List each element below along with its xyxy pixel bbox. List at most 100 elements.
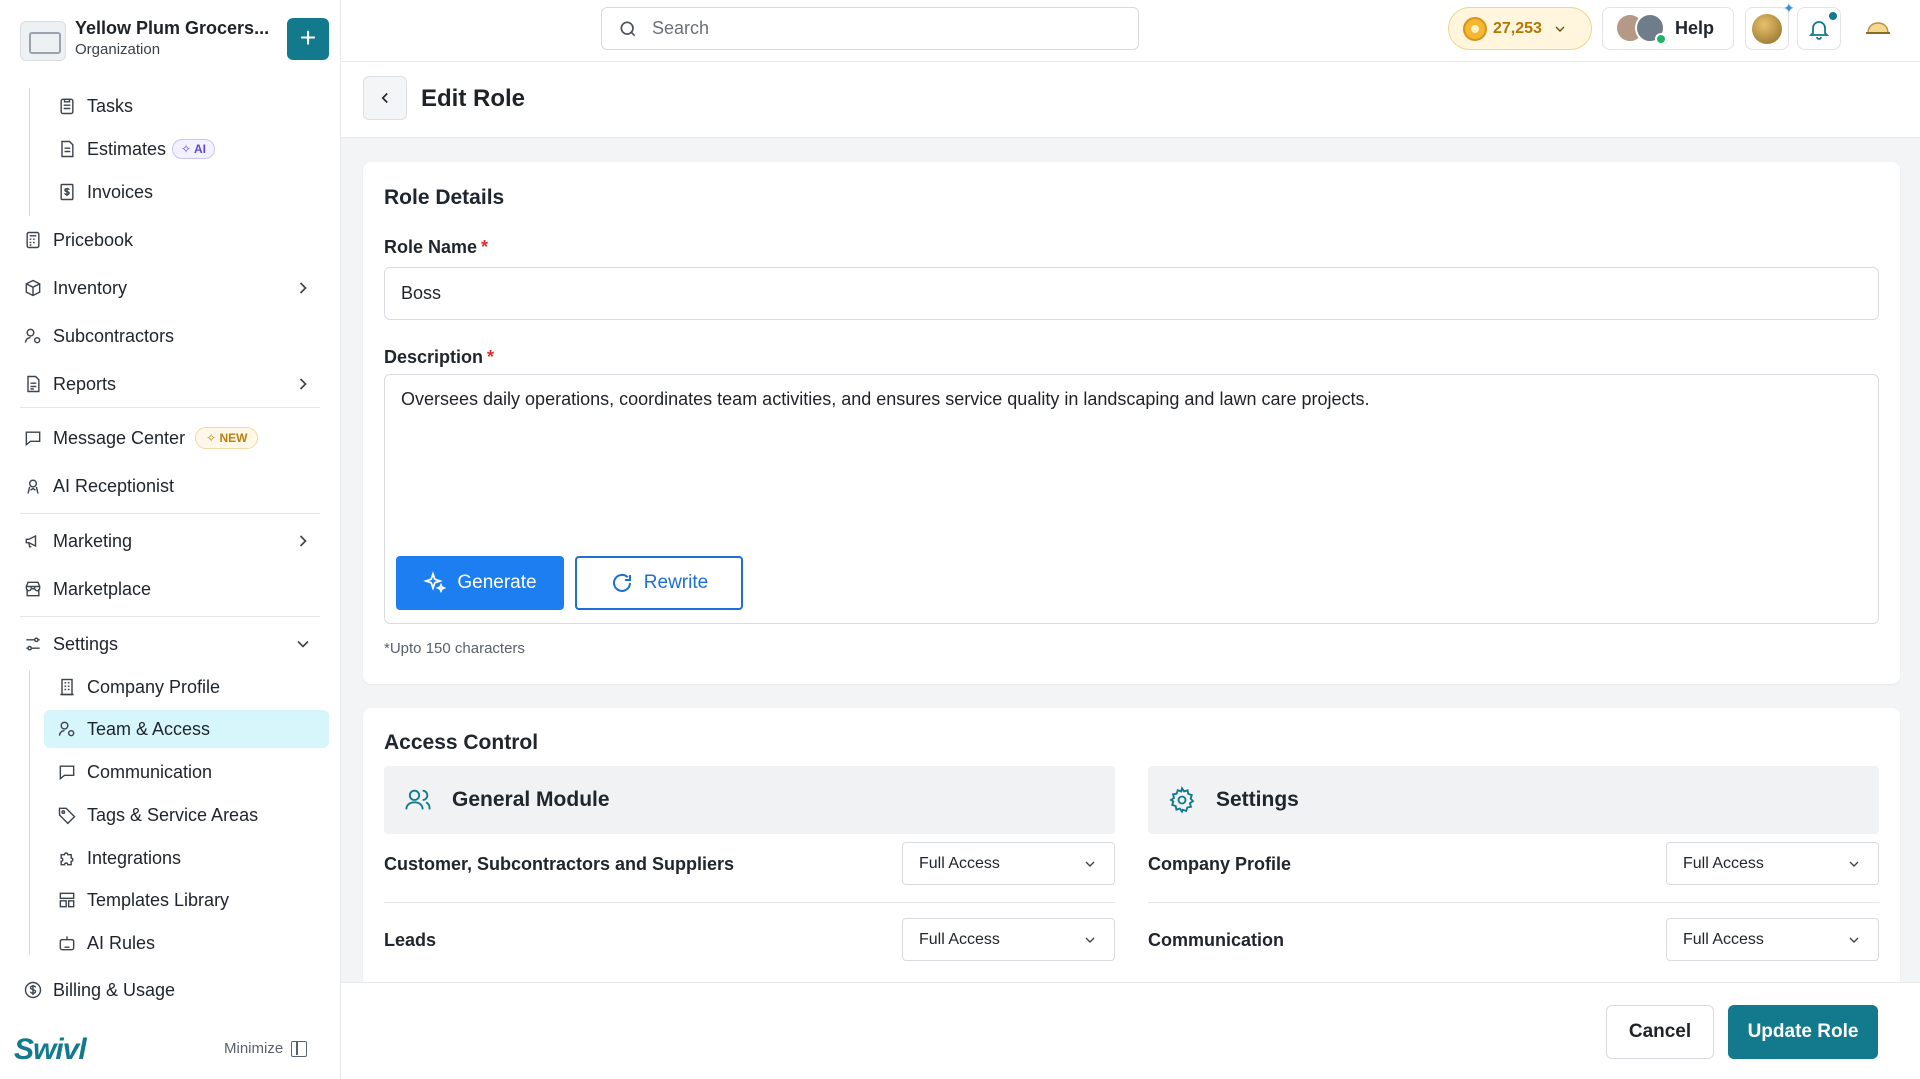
sidebar-item-estimates[interactable]: Estimates ✧ AI — [55, 132, 215, 166]
access-control-card: Access Control General Module Settings C… — [363, 708, 1900, 982]
org-switcher[interactable]: Yellow Plum Grocers... Organization + — [20, 14, 330, 66]
generate-button[interactable]: Generate — [396, 556, 564, 610]
sidebar-item-inventory[interactable]: Inventory — [21, 271, 341, 305]
robot-icon — [55, 931, 79, 955]
org-name: Yellow Plum Grocers... — [75, 18, 270, 38]
sidebar-item-invoices[interactable]: Invoices — [55, 175, 153, 209]
sidebar-item-integrations[interactable]: Integrations — [55, 841, 181, 875]
chevron-down-icon — [1085, 937, 1095, 943]
megaphone-icon — [21, 529, 45, 553]
chevron-left-icon — [381, 92, 388, 104]
update-role-button[interactable]: Update Role — [1728, 1005, 1878, 1059]
help-button[interactable]: Help — [1602, 7, 1734, 50]
permission-value: Full Access — [919, 854, 1000, 872]
ai-orb-icon — [1752, 13, 1782, 44]
org-logo — [20, 21, 66, 61]
sidebar-item-ai-receptionist[interactable]: AI Receptionist — [21, 469, 341, 503]
sidebar-item-label: Pricebook — [53, 229, 134, 250]
permission-select[interactable]: Full Access — [1666, 918, 1879, 961]
search-bar[interactable] — [601, 7, 1139, 50]
page-header: Edit Role — [341, 62, 1920, 138]
description-label: Description * — [384, 347, 495, 367]
permission-select[interactable]: Full Access — [902, 842, 1115, 885]
receptionist-icon — [21, 474, 45, 498]
sidebar-item-ai-rules[interactable]: AI Rules — [55, 926, 155, 960]
permission-select[interactable]: Full Access — [902, 918, 1115, 961]
sidebar-item-billing-usage[interactable]: Billing & Usage — [21, 973, 341, 1007]
sidebar-item-settings[interactable]: Settings — [21, 627, 341, 661]
minimize-label: Minimize — [224, 1040, 284, 1057]
sidebar-item-label: Invoices — [87, 181, 154, 202]
sidebar-item-tags-service-areas[interactable]: Tags & Service Areas — [55, 798, 258, 832]
sidebar-item-reports[interactable]: Reports — [21, 367, 341, 401]
add-button[interactable]: + — [287, 18, 329, 60]
sidebar-item-message-center[interactable]: Message Center ✧ NEW — [21, 421, 341, 455]
puzzle-icon — [55, 846, 79, 870]
sidebar-item-label: Company Profile — [87, 676, 221, 697]
sidebar-item-label: Estimates — [87, 138, 167, 159]
description-text: Oversees daily operations, coordinates t… — [401, 389, 1370, 409]
sidebar-item-subcontractors[interactable]: Subcontractors — [21, 319, 341, 353]
sidebar-item-label: Settings — [53, 633, 119, 654]
sidebar-item-label: Inventory — [53, 277, 128, 298]
chevron-right-icon — [293, 374, 313, 394]
back-button[interactable] — [363, 76, 407, 120]
gear-icon — [1169, 786, 1195, 814]
sidebar-item-pricebook[interactable]: Pricebook — [21, 223, 341, 257]
sidebar-item-templates-library[interactable]: Templates Library — [55, 883, 229, 917]
message-icon — [21, 426, 45, 450]
refresh-icon — [612, 573, 631, 592]
divider — [20, 407, 320, 408]
coins-balance[interactable]: 27,253 — [1448, 7, 1592, 50]
ai-badge: ✧ AI — [172, 139, 215, 159]
generate-label: Generate — [457, 572, 537, 593]
sidebar-item-label: Marketing — [53, 530, 133, 551]
sidebar-collapse-icon — [291, 1040, 308, 1057]
description-textarea[interactable]: Oversees daily operations, coordinates t… — [384, 374, 1879, 624]
row-divider — [384, 902, 1115, 903]
sliders-icon — [21, 632, 45, 656]
user-gear-icon — [21, 324, 45, 348]
permission-row: Communication Full Access — [1127, 918, 1879, 982]
sidebar-item-company-profile[interactable]: Company Profile — [55, 670, 220, 704]
rewrite-button[interactable]: Rewrite — [575, 556, 743, 610]
role-name-label: Role Name * — [384, 237, 489, 257]
general-module-header: General Module — [384, 766, 1115, 834]
chevron-down-icon — [1849, 937, 1859, 943]
user-menu-button[interactable] — [1861, 12, 1895, 46]
permission-label: Customer, Subcontractors and Suppliers — [384, 854, 735, 874]
sidebar-item-communication[interactable]: Communication — [55, 755, 212, 789]
required-marker: * — [481, 237, 489, 257]
permission-label: Company Profile — [1148, 854, 1292, 874]
box-icon — [21, 276, 45, 300]
sidebar-item-marketplace[interactable]: Marketplace — [21, 572, 341, 606]
required-marker: * — [487, 347, 495, 367]
minimize-button[interactable]: Minimize — [224, 1040, 308, 1057]
topbar: 27,253 Help ✦ — [341, 0, 1920, 62]
org-subtitle: Organization — [75, 41, 161, 58]
permission-select[interactable]: Full Access — [1666, 842, 1879, 885]
permission-row: Leads Full Access — [363, 918, 1115, 982]
sidebar-item-team-access[interactable]: Team & Access — [55, 712, 210, 746]
tag-icon — [55, 803, 79, 827]
search-input[interactable] — [652, 18, 1112, 39]
support-avatars — [1615, 12, 1667, 45]
role-name-input[interactable] — [384, 267, 1879, 320]
sidebar-item-tasks[interactable]: Tasks — [55, 89, 133, 123]
permission-label: Communication — [1148, 930, 1285, 950]
message-icon — [55, 760, 79, 784]
sidebar-item-label: Billing & Usage — [53, 979, 176, 1000]
chevron-down-icon — [1849, 861, 1859, 867]
sidebar-item-marketing[interactable]: Marketing — [21, 524, 341, 558]
sidebar-item-label: AI Receptionist — [53, 475, 175, 496]
page-title: Edit Role — [421, 85, 526, 112]
sidebar-item-label: Templates Library — [87, 889, 230, 910]
new-badge: ✧ NEW — [195, 427, 259, 449]
building-icon — [55, 675, 79, 699]
rewrite-label: Rewrite — [643, 572, 709, 593]
document-icon — [55, 137, 79, 161]
cancel-button[interactable]: Cancel — [1606, 1005, 1714, 1059]
permission-value: Full Access — [1683, 930, 1764, 948]
invoice-icon — [55, 180, 79, 204]
users-icon — [405, 789, 431, 810]
